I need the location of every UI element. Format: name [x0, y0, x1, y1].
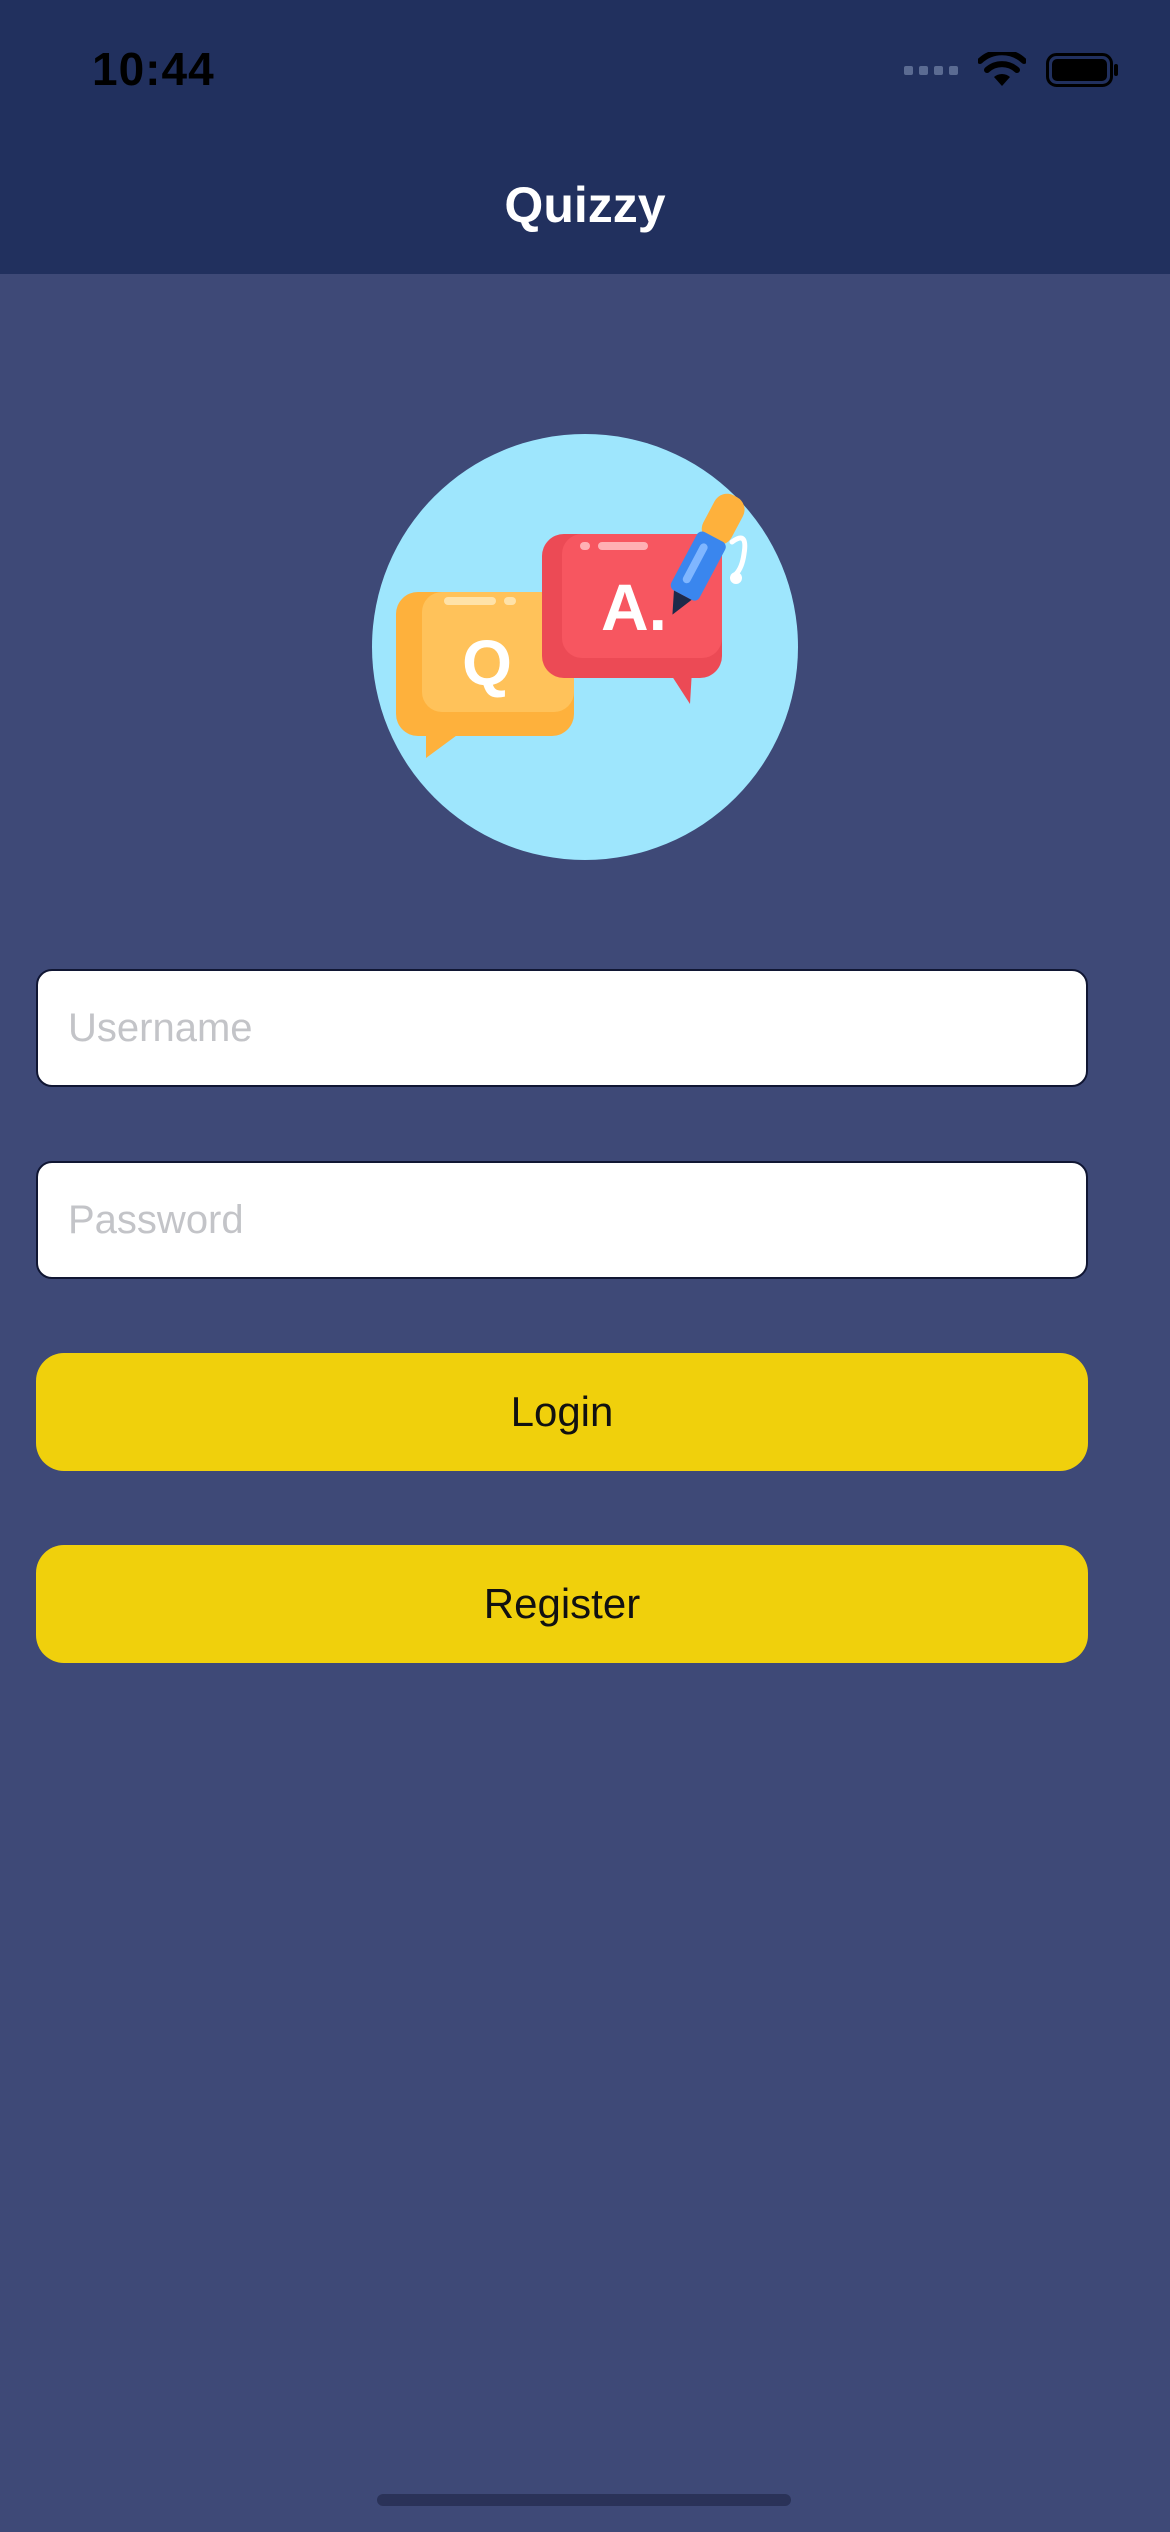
cellular-signal-icon — [904, 65, 958, 75]
nav-title: Quizzy — [504, 177, 666, 233]
battery-icon — [1046, 53, 1118, 87]
register-button[interactable]: Register — [36, 1545, 1088, 1663]
password-input[interactable] — [36, 1161, 1088, 1279]
top-bar: 10:44 Quizzy — [0, 0, 1170, 274]
wifi-icon — [978, 52, 1026, 86]
username-input[interactable] — [36, 969, 1088, 1087]
home-indicator[interactable] — [377, 2494, 791, 2506]
logo-question-letter: Q — [462, 627, 512, 699]
logo-answer-letter: A. — [601, 570, 667, 644]
login-button[interactable]: Login — [36, 1353, 1088, 1471]
quiz-chat-logo-icon: Q A. — [372, 434, 798, 860]
status-icons — [904, 52, 1120, 88]
status-time: 10:44 — [92, 43, 215, 95]
